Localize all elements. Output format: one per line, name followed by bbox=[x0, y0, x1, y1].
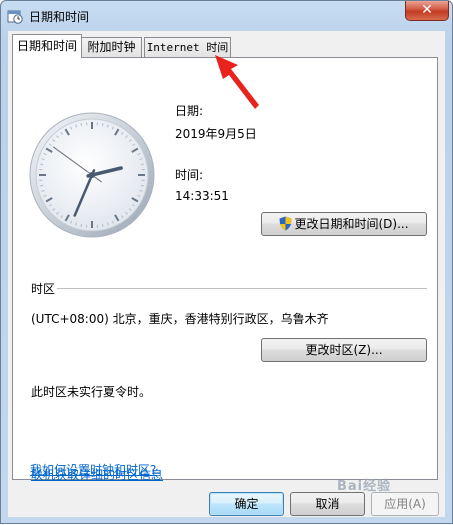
title-bar[interactable]: 日期和时间 ✕ bbox=[1, 1, 452, 31]
how-to-link[interactable]: 我如何设置时钟和时区? bbox=[30, 461, 156, 478]
change-date-time-button[interactable]: 更改日期和时间(D)... bbox=[261, 212, 427, 236]
close-button[interactable]: ✕ bbox=[405, 1, 449, 21]
clock-minute-tick bbox=[102, 224, 103, 227]
date-time-dialog: 日期和时间 ✕ 日期和时间 附加时钟 Internet 时间 bbox=[0, 0, 453, 524]
clock-minute-tick bbox=[81, 123, 82, 126]
date-label: 日期: bbox=[175, 102, 203, 119]
tab-additional-clocks[interactable]: 附加时钟 bbox=[81, 37, 142, 57]
window-title: 日期和时间 bbox=[29, 8, 89, 25]
clock-minute-tick bbox=[81, 224, 82, 227]
change-timezone-button[interactable]: 更改时区(Z)... bbox=[261, 338, 427, 362]
timezone-divider bbox=[57, 288, 427, 289]
clock-minute-tick bbox=[40, 185, 43, 186]
time-label: 时间: bbox=[175, 166, 203, 183]
ok-button[interactable]: 确定 bbox=[209, 492, 284, 516]
watermark-logo: Bai经验 bbox=[337, 475, 391, 494]
date-value: 2019年9月5日 bbox=[175, 125, 257, 142]
tab-date-time[interactable]: 日期和时间 bbox=[12, 34, 82, 58]
change-date-time-label: 更改日期和时间(D)... bbox=[294, 217, 408, 231]
timezone-section-label: 时区 bbox=[31, 280, 55, 297]
clock-minute-tick bbox=[40, 164, 43, 165]
cancel-button[interactable]: 取消 bbox=[290, 492, 365, 516]
close-icon: ✕ bbox=[406, 1, 448, 19]
uac-shield-icon bbox=[279, 216, 292, 231]
apply-button[interactable]: 应用(A) bbox=[371, 492, 439, 516]
clock-minute-tick bbox=[141, 185, 144, 186]
dialog-client-area: 日期和时间 附加时钟 Internet 时间 bbox=[8, 31, 445, 517]
clock-minute-tick bbox=[141, 164, 144, 165]
tab-panel: 日期: 2019年9月5日 时间: 14:33:51 更改日期和时间(D)...… bbox=[12, 57, 438, 480]
clock-calendar-icon bbox=[7, 8, 23, 24]
analog-clock bbox=[27, 110, 157, 240]
dst-note: 此时区未实行夏令时。 bbox=[31, 383, 151, 400]
clock-minute-tick bbox=[102, 123, 103, 126]
timezone-value: (UTC+08:00) 北京，重庆，香港特别行政区，乌鲁木齐 bbox=[31, 310, 329, 327]
tab-internet-time[interactable]: Internet 时间 bbox=[144, 37, 231, 57]
time-value: 14:33:51 bbox=[175, 189, 229, 203]
